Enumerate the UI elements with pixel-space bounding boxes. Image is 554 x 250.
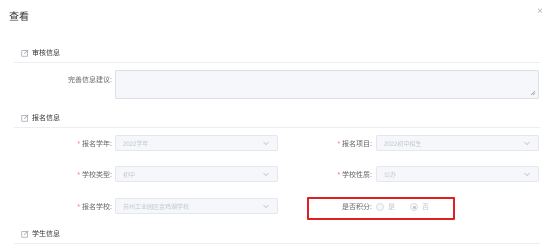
points-option-yes-label: 是 xyxy=(388,204,395,211)
school-type-select[interactable]: 初中 xyxy=(115,166,278,182)
resize-grip-icon xyxy=(530,90,536,96)
school-year-select[interactable]: 2022学年 xyxy=(115,135,278,151)
section-header-registration: 报名信息 xyxy=(21,113,60,123)
points-option-yes[interactable]: 是 xyxy=(376,202,395,212)
suggestion-label: 完善信息建议: xyxy=(68,77,112,84)
divider xyxy=(14,243,540,244)
edit-icon xyxy=(21,114,29,122)
suggestion-textarea[interactable] xyxy=(115,70,539,99)
school-select[interactable]: 苏州工业园区金鸡湖学校 xyxy=(115,198,278,214)
dialog-title: 查看 xyxy=(9,12,29,23)
school-nature-select[interactable]: 公办 xyxy=(376,166,539,182)
section-header-review: 审核信息 xyxy=(21,48,60,58)
section-header-student: 学生信息 xyxy=(21,229,60,239)
chevron-down-icon xyxy=(524,141,530,146)
project-select[interactable]: 2022初中招生 xyxy=(376,135,539,151)
section-title-student: 学生信息 xyxy=(32,231,60,238)
school-nature-label: * 学校性质: xyxy=(337,172,372,179)
school-year-label: * 报名学年: xyxy=(77,141,112,148)
project-label: * 报名项目: xyxy=(337,141,372,148)
edit-icon xyxy=(21,49,29,57)
school-value: 苏州工业园区金鸡湖学校 xyxy=(123,204,190,211)
school-nature-value: 公办 xyxy=(384,172,397,179)
radio-icon xyxy=(376,203,384,211)
divider xyxy=(14,62,540,63)
school-label: * 报名学校: xyxy=(77,204,112,211)
section-title-review: 审核信息 xyxy=(32,50,60,57)
edit-icon xyxy=(21,230,29,238)
project-value: 2022初中招生 xyxy=(384,141,422,148)
close-icon[interactable]: × xyxy=(537,6,543,17)
points-option-no[interactable]: 否 xyxy=(410,202,429,212)
points-label: 是否积分: xyxy=(342,204,372,211)
section-title-registration: 报名信息 xyxy=(32,115,60,122)
school-year-value: 2022学年 xyxy=(123,141,149,148)
chevron-down-icon xyxy=(263,204,269,209)
chevron-down-icon xyxy=(524,172,530,177)
chevron-down-icon xyxy=(263,172,269,177)
chevron-down-icon xyxy=(263,141,269,146)
divider xyxy=(14,127,540,128)
radio-checked-icon xyxy=(410,203,418,211)
points-option-no-label: 否 xyxy=(422,204,429,211)
school-type-value: 初中 xyxy=(123,172,136,179)
school-type-label: * 学校类型: xyxy=(77,172,112,179)
